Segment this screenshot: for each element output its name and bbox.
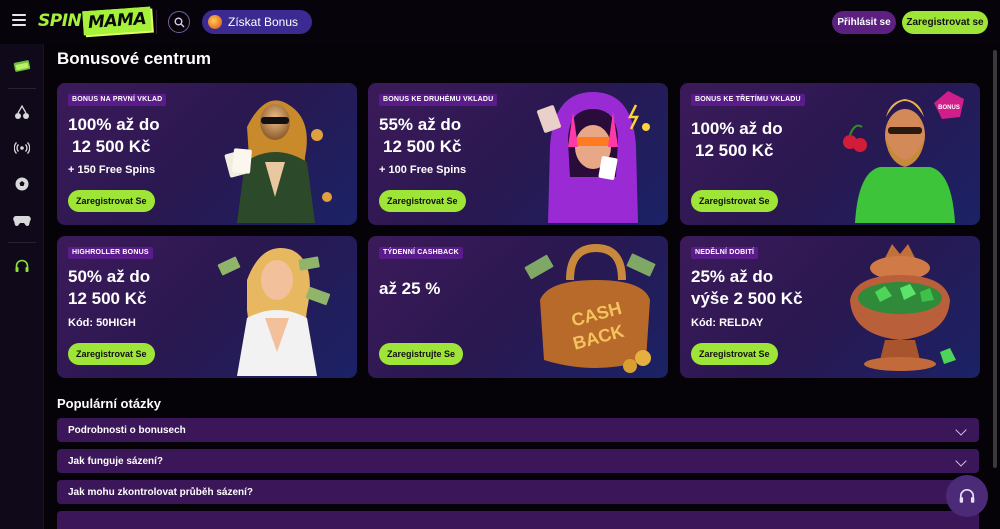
card-headline: 25% až do — [691, 267, 774, 286]
scrollbar[interactable] — [992, 44, 998, 529]
register-button[interactable]: Zaregistrovat se — [902, 11, 988, 34]
logo[interactable]: SPIN MAMA — [38, 6, 153, 36]
register-cta-button[interactable]: Zaregistrovat Se — [691, 343, 778, 365]
card-subtext: + 100 Free Spins — [379, 164, 467, 176]
card-badge: NEDĚLNÍ DOBITÍ — [691, 247, 759, 259]
menu-icon[interactable] — [12, 14, 26, 26]
live-icon[interactable] — [12, 138, 32, 158]
register-cta-button[interactable]: Zaregistrovat Se — [68, 343, 155, 365]
card-badge: HIGHROLLER BONUS — [68, 247, 153, 259]
headset-icon[interactable] — [12, 256, 32, 276]
card-amount: 12 500 Kč — [695, 141, 774, 160]
bonus-card-highroller: HIGHROLLER BONUS 50% až do 12 500 Kč Kód… — [57, 236, 357, 378]
register-cta-button[interactable]: Zaregistrovat Se — [68, 190, 155, 212]
register-cta-button[interactable]: Zaregistrujte Se — [379, 343, 464, 365]
get-bonus-button[interactable]: Získat Bonus — [202, 10, 312, 34]
blonde-woman-illustration — [217, 248, 331, 376]
card-amount: 12 500 Kč — [68, 289, 147, 308]
search-button[interactable] — [168, 11, 190, 33]
card-badge: TÝDENNÍ CASHBACK — [379, 247, 463, 259]
card-amount: 12 500 Kč — [383, 137, 462, 156]
bonus-card-weekly-cashback: TÝDENNÍ CASHBACK až 25 % Zaregistrujte S… — [368, 236, 668, 378]
chevron-down-icon — [955, 424, 967, 436]
cashback-bag-illustration: CASH BACK — [524, 243, 656, 373]
gamepad-icon[interactable] — [12, 210, 32, 230]
bonus-card-third-deposit: BONUS KE TŘETÍMU VKLADU 100% až do 12 50… — [680, 83, 980, 225]
football-icon[interactable] — [12, 174, 32, 194]
card-headline: až 25 % — [379, 279, 441, 298]
card-subtext: Kód: RELDAY — [691, 317, 764, 329]
cherry-icon[interactable] — [12, 102, 32, 122]
card-subtext: Kód: 50HIGH — [68, 317, 136, 329]
bonus-gem: BONUS — [934, 91, 964, 119]
faq-question: Jak mohu zkontrolovat průběh sázení? — [68, 486, 254, 498]
card-amount: výše 2 500 Kč — [691, 289, 803, 308]
promo-icon[interactable] — [12, 56, 32, 76]
treasure-bowl-illustration — [850, 244, 956, 371]
hooded-girl-illustration — [537, 92, 650, 223]
login-button[interactable]: Přihlásit se — [832, 11, 896, 34]
sidebar — [0, 44, 44, 529]
faq-item-bonus-details[interactable]: Podrobnosti o bonusech — [57, 418, 979, 442]
bonus-gem-text: BONUS — [938, 105, 960, 111]
gift-icon — [208, 15, 222, 29]
bonus-card-second-deposit: BONUS KE DRUHÉMU VKLADU 55% až do 12 500… — [368, 83, 668, 225]
search-icon — [174, 17, 184, 27]
bearded-man-illustration: BONUS — [843, 91, 964, 223]
bonus-card-first-deposit: BONUS NA PRVNÍ VKLAD 100% až do 12 500 K… — [57, 83, 357, 225]
faq-title: Populární otázky — [57, 396, 162, 411]
woman-with-cards-illustration — [224, 100, 332, 223]
card-headline: 100% až do — [691, 119, 783, 138]
logo-mama: MAMA — [82, 6, 153, 36]
divider — [156, 10, 157, 34]
register-cta-button[interactable]: Zaregistrovat Se — [691, 190, 778, 212]
support-chat-button[interactable] — [946, 475, 988, 517]
card-headline: 55% až do — [379, 115, 462, 134]
logo-spin: SPIN — [38, 11, 82, 31]
scrollbar-thumb[interactable] — [993, 50, 997, 468]
card-amount: 12 500 Kč — [72, 137, 151, 156]
page-title: Bonusové centrum — [57, 49, 211, 68]
register-cta-button[interactable]: Zaregistrovat Se — [379, 190, 466, 212]
card-subtext: + 150 Free Spins — [68, 164, 156, 176]
headset-icon — [959, 488, 975, 503]
card-badge: BONUS NA PRVNÍ VKLAD — [68, 94, 167, 106]
card-badge: BONUS KE DRUHÉMU VKLADU — [379, 94, 498, 106]
faq-question: Jak funguje sázení? — [68, 455, 164, 467]
bonus-card-sunday-reload: NEDĚLNÍ DOBITÍ 25% až do výše 2 500 Kč K… — [680, 236, 980, 378]
sidebar-divider — [8, 88, 36, 89]
card-headline: 50% až do — [68, 267, 151, 286]
card-headline: 100% až do — [68, 115, 160, 134]
faq-item-partial[interactable] — [57, 511, 979, 529]
faq-item-how-betting-works[interactable]: Jak funguje sázení? — [57, 449, 979, 473]
top-bar: SPIN MAMA Získat Bonus Přihlásit se Zare… — [0, 0, 1000, 44]
chevron-down-icon — [955, 455, 967, 467]
faq-question: Podrobnosti o bonusech — [68, 424, 186, 436]
get-bonus-label: Získat Bonus — [228, 15, 299, 29]
card-badge: BONUS KE TŘETÍMU VKLADU — [691, 94, 805, 106]
faq-item-wagering-progress[interactable]: Jak mohu zkontrolovat průběh sázení? — [57, 480, 979, 504]
sidebar-divider — [8, 242, 36, 243]
